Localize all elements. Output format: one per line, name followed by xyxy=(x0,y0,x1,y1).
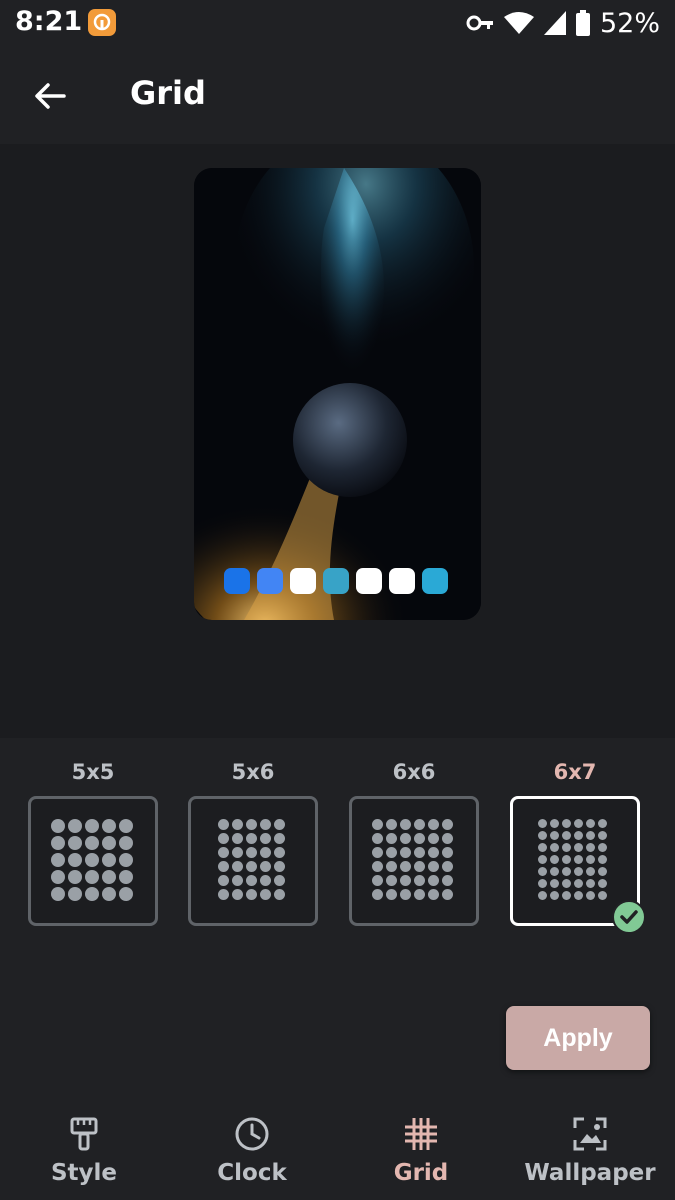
vpn-key-icon xyxy=(466,13,494,33)
apply-button[interactable]: Apply xyxy=(506,1006,650,1070)
grid-preview-tile[interactable] xyxy=(349,796,479,926)
grid-option-label: 5x6 xyxy=(231,760,275,784)
nav-item-clock[interactable]: Clock xyxy=(168,1100,336,1200)
grid-dots-icon xyxy=(218,819,285,900)
grid-preview-tile[interactable] xyxy=(188,796,318,926)
bottom-navigation: Style Clock Grid Wallpaper xyxy=(0,1100,675,1200)
status-bar: 8:21 52% xyxy=(0,0,675,46)
wallpaper-icon xyxy=(572,1116,608,1152)
clock-icon xyxy=(234,1116,270,1152)
nav-label: Clock xyxy=(217,1160,287,1186)
page-title: Grid xyxy=(130,74,206,112)
photos-icon xyxy=(356,568,382,594)
top-app-bar: Grid xyxy=(0,46,675,144)
grid-dots-icon xyxy=(372,819,453,900)
grid-option-label: 6x6 xyxy=(392,760,436,784)
nav-item-style[interactable]: Style xyxy=(0,1100,168,1200)
nav-label: Wallpaper xyxy=(524,1160,656,1186)
brush-icon xyxy=(66,1116,102,1152)
grid-option-label: 6x7 xyxy=(553,760,597,784)
cx-file-explorer-icon xyxy=(422,568,448,594)
nav-item-grid[interactable]: Grid xyxy=(337,1100,505,1200)
battery-icon xyxy=(575,10,590,36)
dock xyxy=(224,568,448,594)
phone-icon xyxy=(224,568,250,594)
kiwi-browser-icon xyxy=(323,568,349,594)
wallpaper-image xyxy=(194,168,481,620)
nav-item-wallpaper[interactable]: Wallpaper xyxy=(506,1100,674,1200)
messages-icon xyxy=(257,568,283,594)
back-arrow-icon[interactable] xyxy=(28,74,72,118)
grid-preview-tile[interactable] xyxy=(28,796,158,926)
battery-percent: 52% xyxy=(599,7,660,39)
play-store-icon xyxy=(389,568,415,594)
home-screen-preview xyxy=(194,168,481,620)
grid-dots-icon xyxy=(51,819,133,901)
vpn-notification-icon xyxy=(88,9,116,36)
wifi-icon xyxy=(503,11,534,35)
nav-label: Grid xyxy=(393,1160,449,1186)
cell-signal-icon xyxy=(543,11,566,35)
status-time: 8:21 xyxy=(15,6,83,37)
grid-option-label: 5x5 xyxy=(71,760,115,784)
selected-check-icon xyxy=(612,900,646,934)
grid-icon xyxy=(403,1116,439,1152)
nav-label: Style xyxy=(50,1160,118,1186)
play-movies-icon xyxy=(290,568,316,594)
grid-dots-icon xyxy=(538,819,607,900)
